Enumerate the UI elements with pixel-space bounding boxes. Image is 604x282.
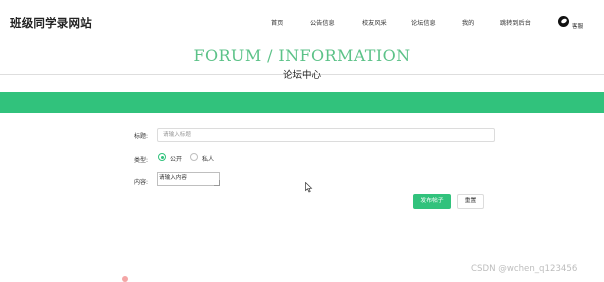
radio-unchecked-icon <box>190 153 198 161</box>
customer-service-label: 客服 <box>572 24 584 30</box>
content-label: 内容: <box>134 179 149 186</box>
nav-item-forum[interactable]: 论坛信息 <box>411 18 436 27</box>
radio-checked-icon <box>158 153 166 161</box>
nav-item-admin[interactable]: 跳转到后台 <box>500 18 531 27</box>
chat-icon <box>558 16 569 27</box>
red-dot-icon <box>122 276 128 282</box>
title-label: 标题: <box>134 133 149 140</box>
type-label: 类型: <box>134 157 149 164</box>
nav-item-home[interactable]: 首页 <box>271 18 283 27</box>
nav-item-alumni[interactable]: 校友风采 <box>362 18 387 27</box>
accent-band <box>0 92 604 113</box>
radio-label-public: 公开 <box>170 155 183 163</box>
nav-item-announcements[interactable]: 公告信息 <box>310 18 335 27</box>
top-header: 班级同学录网站 首页 公告信息 校友风采 论坛信息 我的 跳转到后台 客服 <box>0 0 604 46</box>
reset-button[interactable]: 重置 <box>457 194 484 209</box>
resize-handle-icon[interactable] <box>214 180 220 186</box>
publish-button[interactable]: 发布帖子 <box>413 194 451 209</box>
watermark: CSDN @wchen_q123456 <box>471 264 578 274</box>
radio-label-private: 私人 <box>202 155 215 163</box>
banner-title-en: FORUM / INFORMATION <box>193 46 411 65</box>
content-textarea[interactable]: 请输入内容 <box>157 172 220 186</box>
title-input[interactable]: 请输入标题 <box>157 128 495 142</box>
nav-item-mine[interactable]: 我的 <box>462 18 474 27</box>
main-nav: 首页 公告信息 校友风采 论坛信息 我的 跳转到后台 <box>0 18 604 30</box>
banner-title-zh: 论坛中心 <box>282 70 321 81</box>
